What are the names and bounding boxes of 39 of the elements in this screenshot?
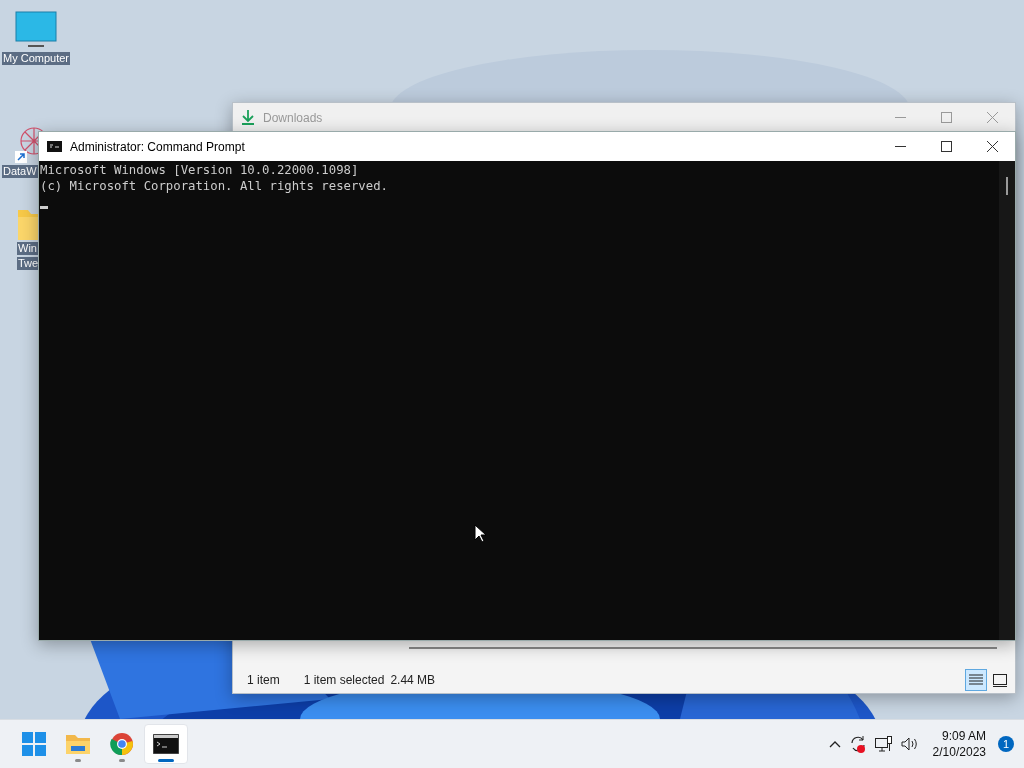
horizontal-scrollbar[interactable] [409,647,997,649]
console-text: Microsoft Windows [Version 10.0.22000.1098] [40,162,360,178]
terminal-icon [47,141,62,152]
close-icon [986,141,998,152]
chevron-up-icon[interactable] [828,740,841,748]
network-icon[interactable] [874,736,893,752]
terminal-icon [153,734,179,754]
sync-icon[interactable] [848,735,867,753]
scrollbar-thumb[interactable] [1006,177,1008,195]
minimize-icon [894,117,906,118]
folder-icon [65,733,91,755]
desktop-icon-label[interactable]: DataW [2,165,38,178]
desktop-icon-label[interactable]: My Computer [2,52,71,65]
desktop-icon-label[interactable]: Twe [17,257,40,270]
status-text: 1 item selected [303,673,385,687]
mouse-pointer-icon [474,524,486,543]
window-title: Administrator: Command Prompt [70,139,246,154]
download-icon [241,110,255,125]
notification-badge[interactable]: 1 [998,736,1014,752]
volume-icon[interactable] [900,737,919,751]
desktop-icon-label[interactable]: Win [17,242,38,255]
close-icon [986,112,998,123]
tiles-icon [993,673,1007,687]
minimize-icon [894,146,906,147]
maximize-icon [940,112,952,123]
text-cursor [40,206,48,209]
list-icon [969,674,983,686]
status-text: 1 item [247,673,280,687]
console-text: (c) Microsoft Corporation. All rights reserved. [40,178,389,194]
folder-icon [18,210,38,240]
windows-start-icon [22,732,46,756]
status-text: 2.44 MB [390,673,436,687]
maximize-icon [940,141,952,152]
clock-time[interactable]: 9:09 AM [941,728,986,744]
monitor-icon [14,10,58,50]
window-title: Downloads [263,110,324,125]
browser-icon [110,732,134,756]
clock-date[interactable]: 2/10/2023 [932,744,986,760]
taskbar-app-button[interactable] [144,724,188,764]
